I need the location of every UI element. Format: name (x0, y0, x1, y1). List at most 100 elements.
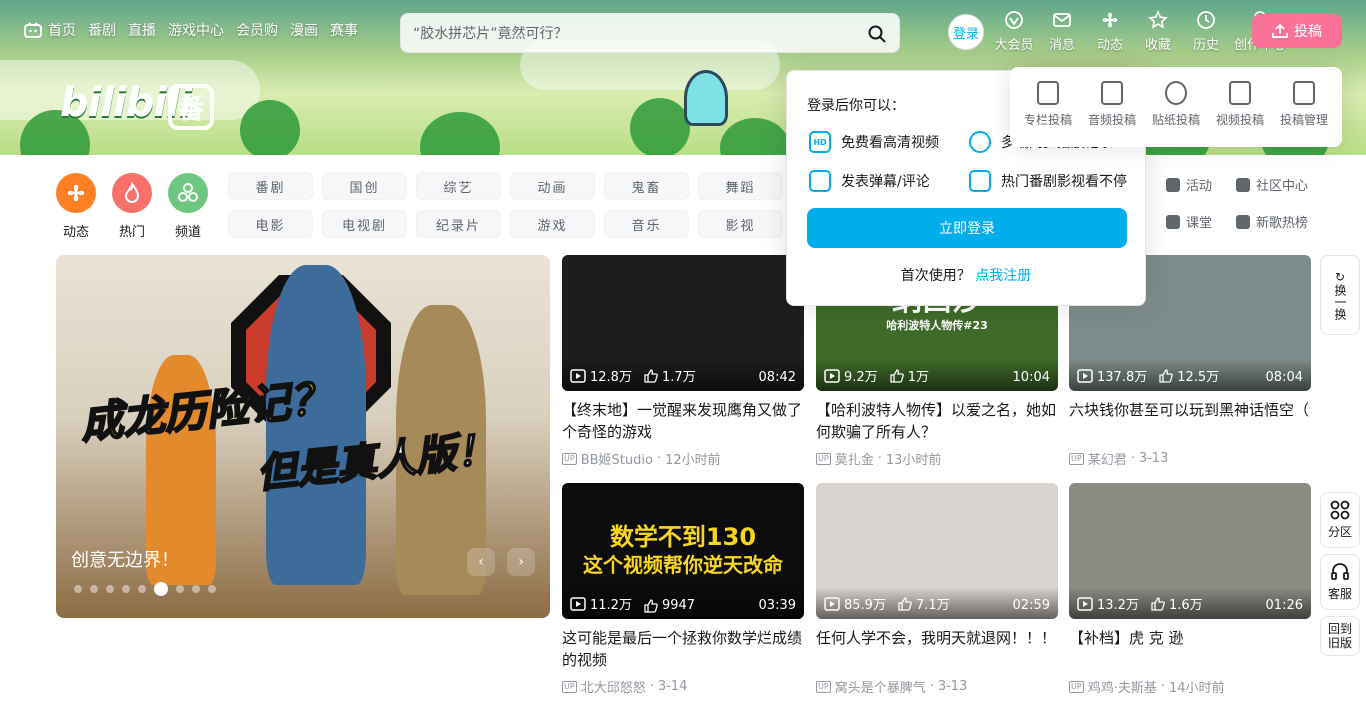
likes-stat: 7.1万 (898, 594, 950, 613)
upload-video[interactable]: 视频投稿 (1216, 81, 1264, 147)
menu-label: 收藏 (1144, 38, 1171, 53)
video-card[interactable]: 85.9万 7.1万 02:59 任何人学不会，我明天就退网！！！ UP 窝头是个暴脾气 ·… (816, 483, 1058, 696)
tag-guochuang[interactable]: 国创 (322, 172, 407, 200)
link-classroom[interactable]: 课堂 (1166, 212, 1236, 231)
upload-button[interactable]: 投稿 (1252, 14, 1342, 48)
upload-article[interactable]: 专栏投稿 (1024, 81, 1072, 147)
carousel-dot[interactable] (176, 585, 184, 593)
carousel-title[interactable]: 创意无边界！ (71, 546, 179, 572)
tag-variety[interactable]: 综艺 (416, 172, 501, 200)
history-entry[interactable]: 历史 (1182, 10, 1230, 53)
video-author[interactable]: 窝头是个暴脾气 (835, 677, 926, 696)
carousel-dot[interactable] (90, 585, 98, 593)
thumbs-up-icon (644, 598, 658, 613)
video-title[interactable]: 任何人学不会，我明天就退网！！！ (816, 627, 1058, 671)
tag-movie[interactable]: 电影 (228, 210, 313, 238)
login-avatar-button[interactable]: 登录 (948, 14, 984, 50)
link-new-songs[interactable]: 新歌热榜 (1236, 212, 1326, 231)
carousel-dot[interactable] (106, 585, 114, 593)
video-thumbnail[interactable]: 数学不到130 这个视频帮你逆天改命 11.2万 9947 03:39 (562, 483, 804, 619)
tag-game[interactable]: 游戏 (510, 210, 595, 238)
video-title[interactable]: 这可能是最后一个拯救你数学烂成绩的视频 (562, 627, 804, 671)
likes-stat: 12.5万 (1159, 366, 1219, 385)
nav-mall[interactable]: 会员购 (236, 20, 278, 40)
channel-hot[interactable]: 热门 (112, 173, 152, 240)
tag-dance[interactable]: 舞蹈 (698, 172, 783, 200)
nav-game-center[interactable]: 游戏中心 (168, 20, 224, 40)
video-thumbnail[interactable]: 13.2万 1.6万 01:26 (1069, 483, 1311, 619)
link-community[interactable]: 社区中心 (1236, 175, 1326, 194)
carousel-dot[interactable] (154, 582, 168, 596)
video-author[interactable]: 某幻君 (1088, 449, 1127, 468)
meta-separator: · (649, 679, 654, 694)
perk-label: 热门番剧影视看不停 (1001, 174, 1127, 190)
video-stats: 12.8万 1.7万 08:42 (562, 359, 804, 391)
video-author[interactable]: 北大邱怒怒 (581, 677, 646, 696)
carousel-dot[interactable] (192, 585, 200, 593)
video-author[interactable]: 鸡鸡·夫斯基 (1088, 677, 1157, 696)
message-entry[interactable]: 消息 (1038, 10, 1086, 53)
video-stats: 9.2万 1万 10:04 (816, 359, 1058, 391)
tag-documentary[interactable]: 纪录片 (416, 210, 501, 238)
nav-bangumi[interactable]: 番剧 (88, 20, 116, 40)
upload-audio[interactable]: 音频投稿 (1088, 81, 1136, 147)
carousel-prev-button[interactable]: ‹ (467, 548, 495, 576)
upload-icon (1272, 24, 1288, 38)
category-button[interactable]: 分区 (1320, 492, 1360, 548)
video-author[interactable]: 莫扎金 (835, 449, 874, 468)
carousel-next-button[interactable]: › (507, 548, 535, 576)
nav-esports[interactable]: 赛事 (330, 20, 358, 40)
top-nav: 首页 番剧 直播 游戏中心 会员购 漫画 赛事 (24, 20, 358, 40)
login-now-button[interactable]: 立即登录 (807, 208, 1127, 248)
register-link[interactable]: 点我注册 (975, 268, 1031, 284)
carousel-dot[interactable] (208, 585, 216, 593)
carousel-dot[interactable] (122, 585, 130, 593)
link-activity[interactable]: 活动 (1166, 175, 1236, 194)
video-time: 12小时前 (665, 453, 721, 468)
nav-label: 游戏中心 (168, 23, 224, 39)
favorites-entry[interactable]: 收藏 (1134, 10, 1182, 53)
vip-entry[interactable]: 大会员 (990, 10, 1038, 53)
upload-sticker[interactable]: 贴纸投稿 (1152, 81, 1200, 147)
up-badge-icon: UP (1069, 452, 1084, 465)
tag-tv[interactable]: 电视剧 (322, 210, 407, 238)
hero-carousel[interactable]: 成龙历险记？ 但是真人版！ 创意无边界！ ‹ › (56, 255, 550, 618)
likes-count: 7.1万 (915, 598, 950, 613)
refresh-button[interactable]: ↻ 换一换 (1320, 255, 1360, 335)
search-icon[interactable] (867, 24, 887, 44)
carousel-dot[interactable] (138, 585, 146, 593)
channel-dynamic[interactable]: 动态 (56, 173, 96, 240)
menu-label: 动态 (1096, 38, 1123, 53)
video-card[interactable]: 数学不到130 这个视频帮你逆天改命 11.2万 9947 03:39 这可能是最后一个拯… (562, 483, 804, 696)
carousel-dot[interactable] (74, 585, 82, 593)
dynamic-entry[interactable]: 动态 (1086, 10, 1134, 53)
nav-manga[interactable]: 漫画 (290, 20, 318, 40)
tag-kichiku[interactable]: 鬼畜 (604, 172, 689, 200)
menu-label: 消息 (1048, 38, 1075, 53)
video-title[interactable]: 六块钱你甚至可以玩到黑神话悟空（ (1069, 399, 1311, 443)
video-card[interactable]: 12.8万 1.7万 08:42 【终末地】一觉醒来发现鹰角又做了个奇怪的游戏 UP BB… (562, 255, 804, 468)
likes-stat: 1.6万 (1151, 594, 1203, 613)
channel-channels[interactable]: 频道 (168, 173, 208, 240)
tag-music[interactable]: 音乐 (604, 210, 689, 238)
tag-film[interactable]: 影视 (698, 210, 783, 238)
video-title[interactable]: 【补档】虎 克 逊 (1069, 627, 1311, 671)
search-input[interactable] (413, 23, 853, 45)
nav-live[interactable]: 直播 (128, 20, 156, 40)
video-card[interactable]: 13.2万 1.6万 01:26 【补档】虎 克 逊 UP 鸡鸡·夫斯基 · 14小时前 (1069, 483, 1311, 696)
meta-separator: · (656, 451, 662, 466)
video-title[interactable]: 【哈利波特人物传】以爱之名，她如何欺骗了所有人？ (816, 399, 1058, 443)
nav-label: 会员购 (236, 23, 278, 39)
video-title[interactable]: 【终末地】一觉醒来发现鹰角又做了个奇怪的游戏 (562, 399, 804, 443)
video-thumbnail[interactable]: 12.8万 1.7万 08:42 (562, 255, 804, 391)
upload-option-label: 贴纸投稿 (1151, 113, 1200, 127)
service-button[interactable]: 客服 (1320, 554, 1360, 610)
upload-manage[interactable]: 投稿管理 (1280, 81, 1328, 147)
old-version-button[interactable]: 回到旧版 (1320, 616, 1360, 656)
tag-bangumi[interactable]: 番剧 (228, 172, 313, 200)
nav-home[interactable]: 首页 (24, 20, 76, 40)
video-author[interactable]: BB姬Studio (581, 449, 653, 468)
play-count-icon (824, 368, 840, 383)
tag-animation[interactable]: 动画 (510, 172, 595, 200)
video-thumbnail[interactable]: 85.9万 7.1万 02:59 (816, 483, 1058, 619)
